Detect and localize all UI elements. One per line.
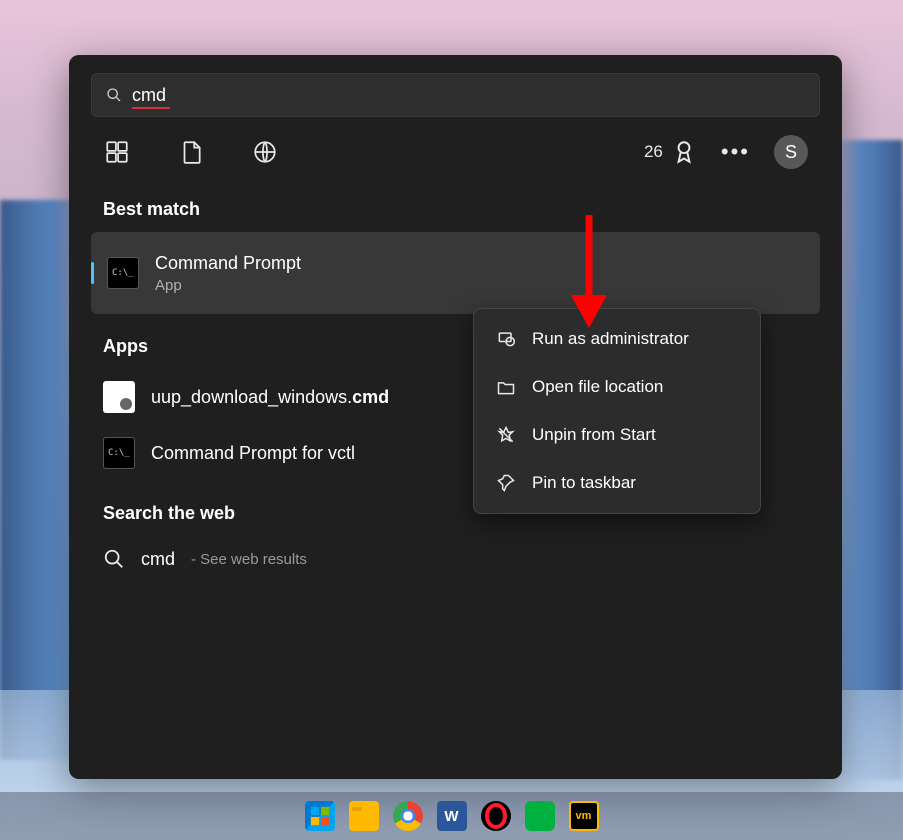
ctx-unpin-from-start[interactable]: Unpin from Start [474,411,760,459]
taskbar-app-green[interactable] [525,801,555,831]
spellcheck-underline [132,107,170,109]
search-input[interactable]: cmd [91,73,820,117]
rewards-indicator[interactable]: 26 [644,139,697,165]
taskbar-word[interactable]: W [437,801,467,831]
filter-apps-icon[interactable] [103,138,131,166]
section-best-match: Best match [69,177,842,232]
unpin-icon [496,425,516,445]
shield-icon [496,329,516,349]
taskbar: W vm [0,792,903,840]
best-match-result[interactable]: C:\_ Command Prompt App [91,232,820,314]
filter-web-icon[interactable] [251,138,279,166]
ctx-run-as-admin[interactable]: Run as administrator [474,315,760,363]
taskbar-file-explorer[interactable] [349,801,379,831]
search-icon [106,87,122,103]
batch-file-icon [103,381,135,413]
rewards-icon [671,139,697,165]
filter-documents-icon[interactable] [177,138,205,166]
avatar-initial: S [785,142,797,163]
web-result[interactable]: cmd - See web results [69,536,842,582]
command-prompt-icon: C:\_ [103,437,135,469]
web-query: cmd [141,549,175,570]
search-icon [103,548,125,570]
folder-icon [496,377,516,397]
taskbar-vmware[interactable]: vm [569,801,599,831]
ctx-pin-to-taskbar[interactable]: Pin to taskbar [474,459,760,507]
best-match-subtitle: App [155,277,301,294]
web-hint: - See web results [191,551,307,568]
wallpaper-trees-right [833,140,903,780]
command-prompt-icon: C:\_ [107,257,139,289]
context-menu: Run as administrator Open file location … [473,308,761,514]
pin-icon [496,473,516,493]
more-options-button[interactable]: ••• [721,139,750,165]
ctx-label: Pin to taskbar [532,473,636,493]
search-query-text: cmd [132,85,166,106]
best-match-title: Command Prompt [155,253,301,274]
rewards-points: 26 [644,142,663,162]
ctx-label: Run as administrator [532,329,689,349]
ctx-open-file-location[interactable]: Open file location [474,363,760,411]
ctx-label: Open file location [532,377,663,397]
filter-row: 26 ••• S [69,117,842,177]
taskbar-chrome[interactable] [393,801,423,831]
user-avatar[interactable]: S [774,135,808,169]
taskbar-opera[interactable] [481,801,511,831]
app-result-1-label: Command Prompt for vctl [151,443,355,464]
start-button[interactable] [305,801,335,831]
app-result-0-label: uup_download_windows.cmd [151,387,389,408]
ctx-label: Unpin from Start [532,425,656,445]
